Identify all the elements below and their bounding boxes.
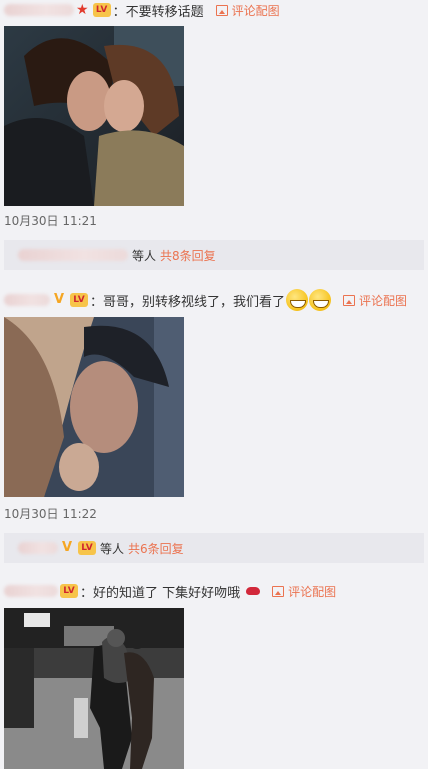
comment-1-header: ★ LV ：不要转移话题 评论配图 bbox=[4, 0, 280, 20]
v-badge-icon: V bbox=[61, 540, 73, 555]
comment-pic-label: 评论配图 bbox=[231, 3, 280, 18]
image-icon bbox=[272, 585, 285, 597]
reply-suffix: 等人 bbox=[132, 248, 157, 263]
grin-emoji-icon bbox=[309, 289, 332, 311]
comment-text: ：好的知道了 下集好好吻哦 bbox=[80, 585, 241, 601]
v-badge-icon: V bbox=[53, 292, 65, 307]
reply-usernames-blurred bbox=[18, 542, 58, 554]
level-badge-icon: LV bbox=[60, 584, 78, 598]
username-blurred[interactable] bbox=[4, 294, 50, 306]
grin-emoji-icon bbox=[286, 289, 309, 311]
comment-2-photo[interactable] bbox=[4, 317, 184, 497]
comment-time: 10月30日 11:22 bbox=[4, 507, 97, 521]
level-badge-icon: LV bbox=[70, 293, 88, 307]
comment-pic-label: 评论配图 bbox=[288, 584, 337, 599]
comment-pic-link[interactable]: 评论配图 bbox=[215, 2, 280, 19]
reply-bar-1[interactable]: 等人 共8条回复 bbox=[4, 240, 424, 270]
star-icon: ★ bbox=[76, 2, 89, 18]
reply-suffix: 等人 bbox=[100, 541, 125, 556]
username-blurred[interactable] bbox=[4, 585, 58, 597]
comment-text: ：不要转移话题 bbox=[112, 4, 204, 20]
comment-time: 10月30日 11:21 bbox=[4, 214, 97, 228]
reply-count-link[interactable]: 共6条回复 bbox=[128, 540, 184, 557]
kiss-photo-1 bbox=[4, 26, 184, 206]
comment-pic-link[interactable]: 评论配图 bbox=[272, 583, 336, 600]
level-badge-icon: LV bbox=[92, 3, 111, 17]
comment-1-photo[interactable] bbox=[4, 26, 184, 206]
comment-3-photo[interactable] bbox=[4, 608, 184, 769]
reply-bar-2[interactable]: V LV 等人 共6条回复 bbox=[4, 533, 424, 563]
comment-text: ：哥哥，别转移视线了，我们看了 bbox=[90, 294, 286, 310]
comment-pic-label: 评论配图 bbox=[359, 293, 408, 308]
reply-count-link[interactable]: 共8条回复 bbox=[160, 247, 216, 264]
comment-pic-link[interactable]: 评论配图 bbox=[343, 292, 407, 309]
image-icon bbox=[215, 4, 228, 16]
kiss-photo-2 bbox=[4, 317, 184, 497]
reply-usernames-blurred bbox=[18, 249, 128, 261]
comment-3-header: LV ：好的知道了 下集好好吻哦 评论配图 bbox=[4, 581, 336, 601]
comment-2-header: V LV ：哥哥，别转移视线了，我们看了 评论配图 bbox=[4, 289, 407, 311]
username-blurred[interactable] bbox=[4, 4, 74, 16]
lips-emoji-icon bbox=[246, 587, 261, 595]
couple-photo-3 bbox=[4, 608, 184, 769]
image-icon bbox=[343, 294, 356, 306]
level-badge-icon: LV bbox=[78, 541, 96, 555]
